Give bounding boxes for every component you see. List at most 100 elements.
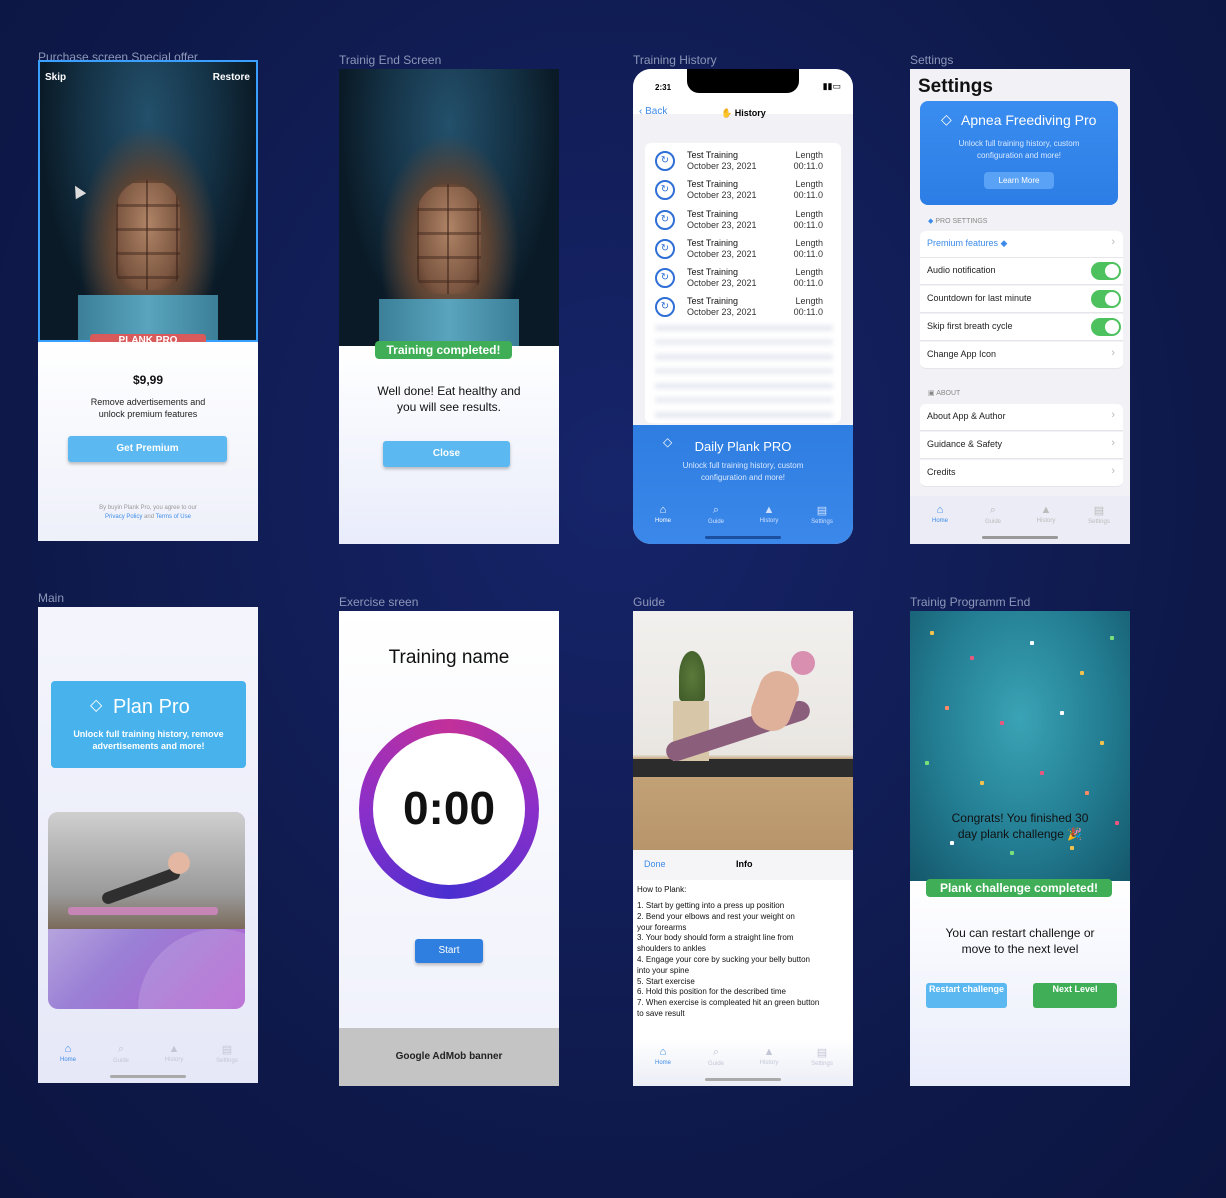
row-date: October 23, 2021 [687, 161, 757, 171]
price-label: $9,99 [132, 373, 164, 387]
history-emoji-icon: ✋ [721, 108, 733, 118]
back-button[interactable]: ‹ Back [639, 106, 667, 117]
frame-label-exercise: Exercise sreen [339, 595, 419, 609]
tab-home[interactable]: ⌂ Home [643, 1046, 683, 1066]
credits-label: Credits [927, 467, 956, 477]
tab-home[interactable]: ⌂ Home [48, 1043, 88, 1063]
confetti-piece [970, 656, 974, 660]
step-line: into your spine [637, 965, 690, 975]
frame-label-main: Main [38, 591, 65, 605]
training-name-title: Training name [388, 647, 510, 668]
learn-more-button[interactable]: Learn More [984, 172, 1054, 189]
audio-notification-label: Audio notification [927, 265, 996, 275]
search-icon: ⌕ [712, 1046, 720, 1058]
plank-photo [48, 812, 245, 929]
chevron-right-icon: › [1111, 465, 1115, 477]
stack-icon: ▤ [1093, 505, 1105, 517]
terms-of-use-link[interactable]: Terms of Use [156, 514, 191, 520]
privacy-policy-link[interactable]: Privacy Policy [105, 514, 142, 520]
frame-settings: Settings ◇ Apnea Freediving Pro Unlock f… [910, 69, 1130, 544]
start-button[interactable]: Start [415, 939, 483, 963]
step-line: 3. Your body should form a straight line… [637, 933, 794, 943]
get-premium-button[interactable]: Get Premium [68, 436, 227, 462]
home-indicator [982, 536, 1058, 539]
history-row[interactable]: ↻ Test Training October 23, 2021 Length … [655, 176, 833, 204]
row-title: Test Training [687, 296, 739, 306]
description-line-1: Remove advertisements and [90, 397, 206, 407]
tab-label: History [1036, 518, 1056, 524]
audio-notification-row: Audio notification [920, 258, 1123, 285]
tab-history[interactable]: ▲ History [154, 1043, 194, 1063]
tab-home[interactable]: ⌂ Home [643, 504, 683, 524]
congrats-line-2: day plank challenge 🎉 [957, 827, 1083, 841]
tab-label: Home [59, 1057, 76, 1063]
history-row[interactable]: ↻ Test Training October 23, 2021 Length … [655, 235, 833, 263]
tab-history[interactable]: ▲ History [749, 1046, 789, 1066]
restore-button[interactable]: Restore [213, 72, 250, 83]
person-head [791, 651, 815, 675]
training-card[interactable] [48, 812, 245, 1009]
training-completed-badge: Training completed! [375, 341, 512, 359]
tab-history[interactable]: ▲ History [749, 504, 789, 524]
tab-label: Home [654, 518, 671, 524]
history-clock-icon: ↻ [655, 210, 675, 230]
how-to-heading: How to Plank: [637, 885, 687, 894]
countdown-toggle[interactable] [1091, 290, 1121, 308]
tab-settings[interactable]: ▤ Settings [207, 1043, 247, 1064]
about-app-row[interactable]: About App & Author › [920, 404, 1123, 431]
audio-notification-toggle[interactable] [1091, 262, 1121, 280]
confetti-piece [1060, 711, 1064, 715]
blurred-locked-rows [655, 325, 833, 423]
tab-guide[interactable]: ⌕ Guide [696, 1046, 736, 1067]
history-clock-icon: ↻ [655, 180, 675, 200]
pro-card[interactable] [51, 681, 246, 768]
guidance-row[interactable]: Guidance & Safety › [920, 432, 1123, 459]
premium-features-label: Premium features ◆ [927, 238, 1008, 248]
step-line: your forearms [637, 922, 687, 932]
frame-label-training-end: Trainig End Screen [339, 53, 442, 67]
premium-features-row[interactable]: Premium features ◆ › [920, 231, 1123, 258]
pro-card-title: Plan Pro [113, 696, 190, 718]
tab-settings[interactable]: ▤ Settings [802, 504, 842, 525]
tab-guide[interactable]: ⌕ Guide [973, 504, 1013, 525]
confetti-piece [1010, 851, 1014, 855]
change-app-icon-row[interactable]: Change App Icon › [920, 342, 1123, 369]
tab-guide[interactable]: ⌕ Guide [696, 504, 736, 525]
skip-button[interactable]: Skip [45, 72, 66, 83]
history-row[interactable]: ↻ Test Training October 23, 2021 Length … [655, 264, 833, 292]
tab-guide[interactable]: ⌕ Guide [101, 1043, 141, 1064]
tab-label: Guide [707, 1061, 724, 1067]
step-line: 4. Engage your core by sucking your bell… [637, 954, 810, 964]
tab-home[interactable]: ⌂ Home [920, 504, 960, 524]
pro-card-title: Apnea Freediving Pro [961, 112, 1097, 128]
tab-settings[interactable]: ▤ Settings [802, 1046, 842, 1067]
chevron-right-icon: › [1111, 347, 1115, 359]
history-clock-icon: ↻ [655, 239, 675, 259]
home-icon: ⌂ [659, 1046, 667, 1058]
tab-history[interactable]: ▲ History [1026, 504, 1066, 524]
row-title: Test Training [687, 238, 739, 248]
stack-icon: ▤ [816, 1047, 828, 1059]
row-length: 00:11.0 [793, 220, 823, 230]
credits-row[interactable]: Credits › [920, 460, 1123, 487]
next-level-button[interactable]: Next Level [1033, 983, 1117, 1008]
countdown-row: Countdown for last minute [920, 286, 1123, 313]
bell-icon: ▲ [1040, 504, 1052, 516]
skip-breath-toggle[interactable] [1091, 318, 1121, 336]
row-length-label: Length [795, 296, 823, 306]
back-label: Back [645, 106, 668, 117]
chevron-right-icon: › [1111, 236, 1115, 248]
close-button[interactable]: Close [383, 441, 510, 467]
confetti-piece [980, 781, 984, 785]
history-row[interactable]: ↻ Test Training October 23, 2021 Length … [655, 206, 833, 234]
tab-settings[interactable]: ▤ Settings [1079, 504, 1119, 525]
promo-line-2: configuration and more! [700, 473, 786, 482]
step-line: 2. Bend your elbows and rest your weight… [637, 911, 795, 921]
about-header: ▣ ABOUT [928, 389, 960, 397]
tab-label: History [759, 518, 779, 524]
history-row[interactable]: ↻ Test Training October 23, 2021 Length … [655, 293, 833, 321]
done-button[interactable]: Done [644, 859, 666, 869]
history-row[interactable]: ↻ Test Training October 23, 2021 Length … [655, 147, 833, 175]
restart-challenge-button[interactable]: Restart challenge [926, 983, 1007, 1008]
tab-label: Guide [984, 519, 1001, 525]
